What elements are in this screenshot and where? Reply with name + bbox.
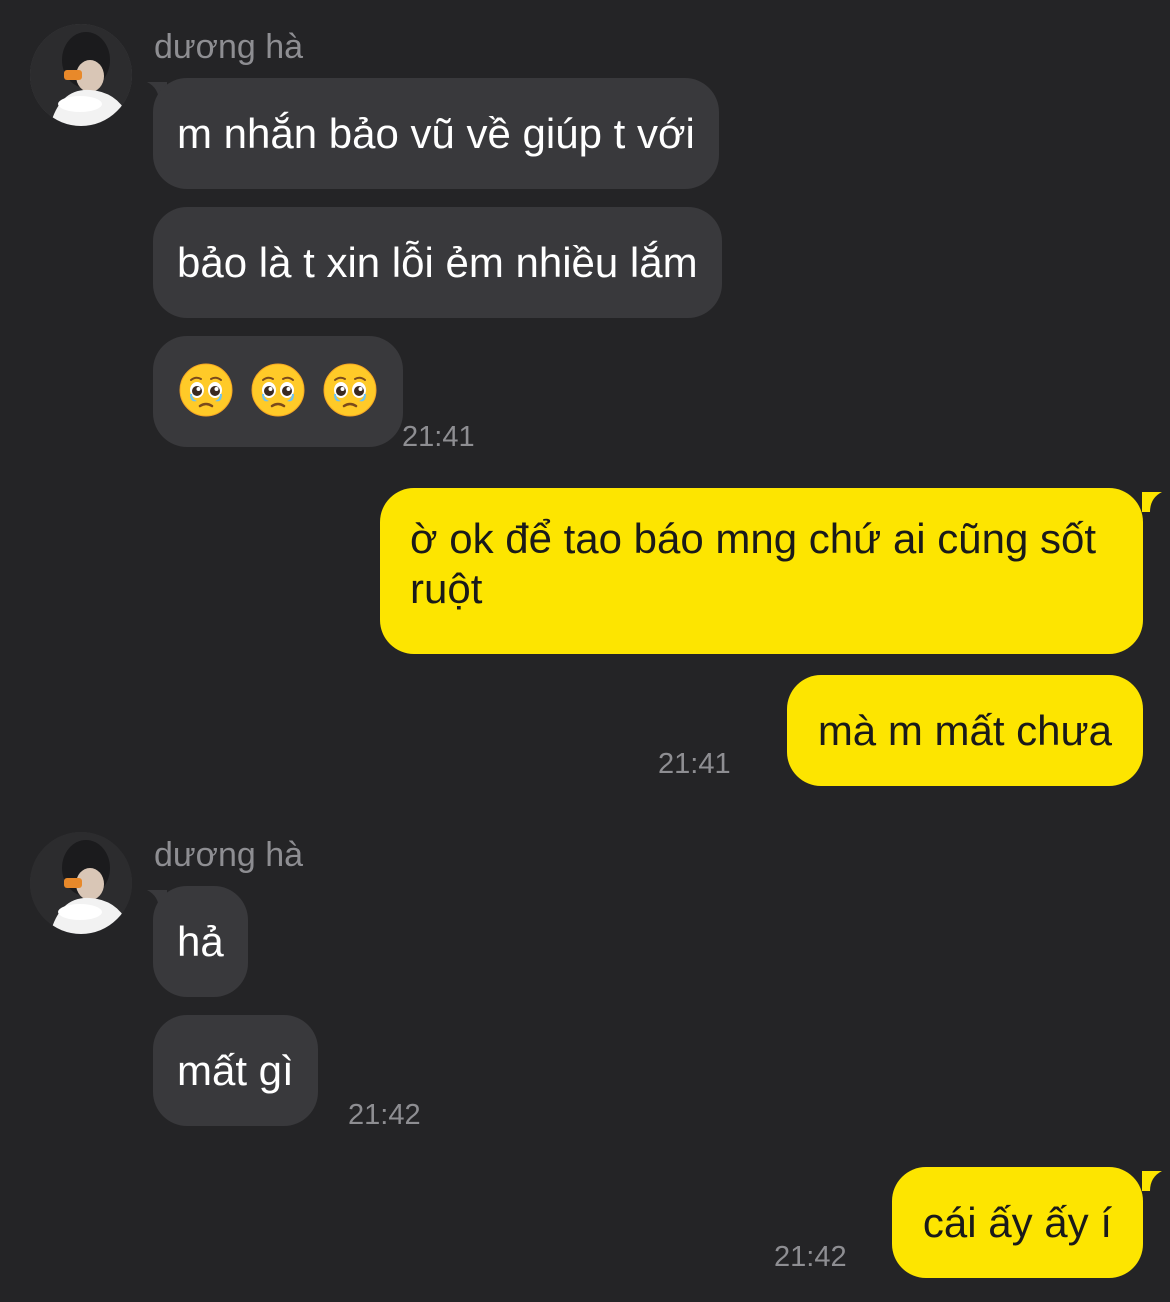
pleading-face-icon bbox=[179, 363, 233, 417]
message-text: bảo là t xin lỗi ẻm nhiều lắm bbox=[177, 239, 698, 286]
message-bubble[interactable]: bảo là t xin lỗi ẻm nhiều lắm bbox=[153, 207, 722, 318]
message-bubble[interactable]: mà m mất chưa bbox=[786, 675, 1143, 786]
message-bubble[interactable]: hả bbox=[153, 886, 248, 997]
sender-name: dương hà bbox=[154, 28, 304, 66]
message-bubble[interactable]: cái ấy ấy í bbox=[891, 1167, 1143, 1278]
message-text: ờ ok để tao báo mng chứ ai cũng sốt ruột bbox=[410, 515, 1097, 612]
pleading-face-icon bbox=[323, 363, 377, 417]
message-bubble[interactable]: ờ ok để tao báo mng chứ ai cũng sốt ruột bbox=[380, 488, 1143, 654]
bubble-tail bbox=[1142, 1171, 1162, 1191]
sender-avatar[interactable] bbox=[30, 24, 132, 126]
sender-avatar[interactable] bbox=[30, 832, 132, 934]
message-timestamp: 21:42 bbox=[774, 1241, 847, 1273]
message-text: mất gì bbox=[177, 1047, 294, 1094]
message-bubble[interactable]: m nhắn bảo vũ về giúp t với bbox=[153, 78, 719, 189]
sender-name: dương hà bbox=[154, 836, 304, 874]
message-text: hả bbox=[177, 918, 224, 965]
message-bubble[interactable]: mất gì bbox=[153, 1015, 318, 1126]
emoji-message-bubble[interactable] bbox=[153, 336, 403, 447]
bubble-tail bbox=[1142, 492, 1162, 512]
pleading-face-icon bbox=[251, 363, 305, 417]
message-timestamp: 21:41 bbox=[402, 421, 475, 453]
message-text: cái ấy ấy í bbox=[922, 1199, 1112, 1246]
message-timestamp: 21:42 bbox=[348, 1099, 421, 1131]
message-text: m nhắn bảo vũ về giúp t với bbox=[177, 110, 695, 157]
message-text: mà m mất chưa bbox=[817, 707, 1112, 754]
message-timestamp: 21:41 bbox=[658, 748, 731, 780]
